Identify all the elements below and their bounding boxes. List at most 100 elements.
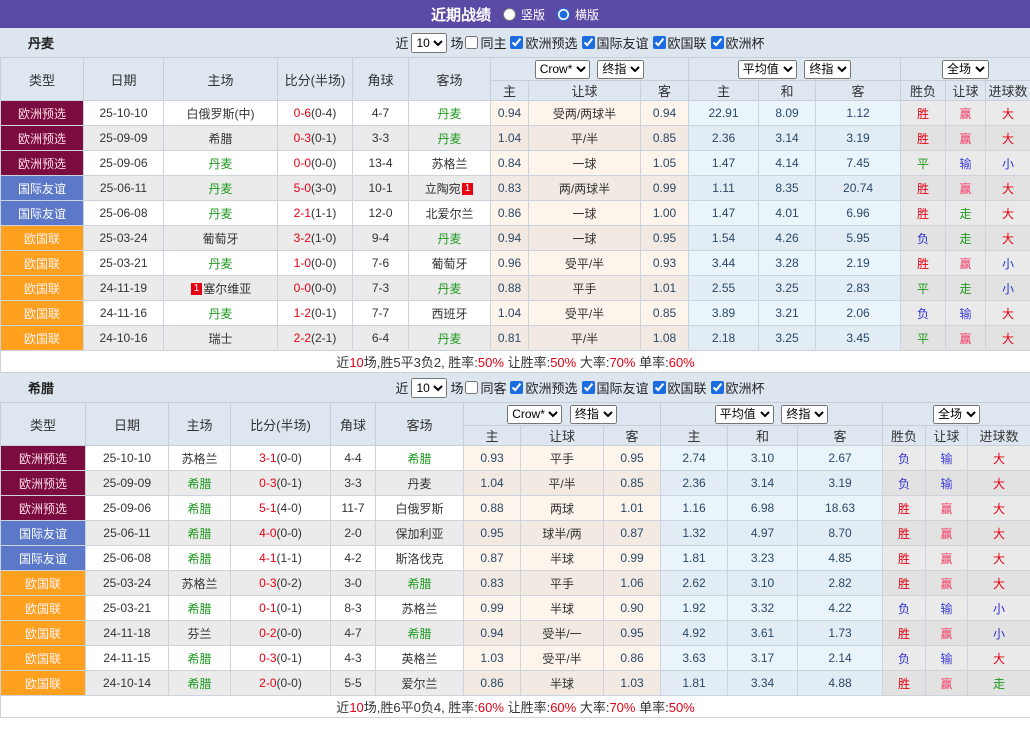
- away-odds: 0.95: [639, 225, 690, 251]
- home-team: 丹麦: [163, 250, 278, 276]
- competition-filter[interactable]: 国际友谊: [580, 33, 649, 52]
- away-odds: 1.01: [602, 495, 662, 521]
- avg-home-odds: 2.18: [688, 325, 760, 351]
- avg-away-odds: 3.19: [815, 125, 902, 151]
- away-team: 丹麦: [408, 225, 491, 251]
- outcome-result: 胜: [900, 100, 947, 126]
- handicap-result: 输: [945, 150, 987, 176]
- away-odds: 1.03: [602, 670, 662, 696]
- home-team: 1 塞尔维亚: [163, 275, 278, 301]
- home-team: 苏格兰: [168, 570, 231, 596]
- outcome-result: 负: [882, 645, 927, 671]
- competition-type-badge: 国际友谊: [0, 200, 84, 226]
- average-select[interactable]: 平均值: [737, 59, 797, 79]
- odds-stage-select-1[interactable]: 终指: [569, 404, 617, 424]
- match-row: 欧洲预选 25-09-06 丹麦 0-0(0-0) 13-4 苏格兰 0.84 一球 1.05 1…: [0, 150, 1030, 176]
- same-venue-toggle[interactable]: 同客: [463, 378, 506, 397]
- away-odds: 1.08: [639, 325, 690, 351]
- away-team: 苏格兰: [408, 150, 491, 176]
- goals-result: 大: [967, 495, 1030, 521]
- avg-away-odds: 2.67: [797, 445, 884, 471]
- match-row: 欧国联 24-11-19 1 塞尔维亚 0-0(0-0) 7-3 丹麦 0.88 平手 1.01 2…: [0, 275, 1030, 301]
- competition-type-badge: 欧国联: [0, 300, 84, 326]
- average-select[interactable]: 平均值: [714, 404, 774, 424]
- away-team: 英格兰: [375, 645, 464, 671]
- competition-type-badge: 国际友谊: [0, 545, 86, 571]
- away-team: 爱尔兰: [375, 670, 464, 696]
- avg-draw-odds: 8.09: [758, 100, 817, 126]
- avg-away-odds: 4.88: [797, 670, 884, 696]
- competition-checkbox[interactable]: [652, 36, 666, 49]
- same-venue-checkbox[interactable]: [465, 381, 479, 394]
- goals-result: 大: [985, 100, 1030, 126]
- avg-away-odds: 2.19: [815, 250, 902, 276]
- fulltime-group: 全场: [882, 402, 1030, 426]
- bookmaker-select[interactable]: Crow*: [534, 59, 590, 79]
- home-odds: 1.04: [490, 125, 529, 151]
- summary-part: 50%: [668, 700, 695, 715]
- competition-checkbox[interactable]: [581, 381, 595, 394]
- competition-checkbox[interactable]: [581, 36, 595, 49]
- home-team: 希腊: [168, 645, 231, 671]
- avg-away-odds: 4.85: [797, 545, 884, 571]
- outcome-result: 胜: [882, 545, 927, 571]
- sub-col-outcome: 胜负: [900, 80, 947, 101]
- avg-away-odds: 1.73: [797, 620, 884, 646]
- competition-filter[interactable]: 欧洲杯: [709, 33, 765, 52]
- home-team: 希腊: [168, 595, 231, 621]
- bookmaker-select[interactable]: Crow*: [507, 404, 563, 424]
- handicap-line: 一球: [528, 150, 641, 176]
- match-rows: 欧洲预选 25-10-10 苏格兰 3-1(0-0) 4-4 希腊 0.93 平手 0.95 2.…: [0, 445, 1030, 696]
- competition-filter[interactable]: 国际友谊: [580, 378, 649, 397]
- handicap-result: 输: [925, 445, 969, 471]
- competition-filter[interactable]: 欧洲预选: [508, 378, 578, 397]
- goals-result: 小: [985, 275, 1030, 301]
- match-row: 欧国联 25-03-24 葡萄牙 3-2(1-0) 9-4 丹麦 0.94 一球 0.95 1.5…: [0, 225, 1030, 251]
- competition-checkbox[interactable]: [510, 381, 524, 394]
- fulltime-select[interactable]: 全场: [942, 59, 990, 79]
- home-team: 希腊: [168, 470, 231, 496]
- competition-type-badge: 欧国联: [0, 325, 84, 351]
- odds-stage-select-2[interactable]: 终指: [781, 404, 829, 424]
- summary-part: 近: [336, 700, 350, 715]
- recent-count-select[interactable]: 10: [411, 32, 448, 53]
- competition-checkbox[interactable]: [710, 36, 724, 49]
- handicap-result: 输: [945, 300, 987, 326]
- competition-filter[interactable]: 欧国联: [651, 378, 707, 397]
- fulltime-select[interactable]: 全场: [933, 404, 981, 424]
- away-team: 丹麦: [408, 325, 491, 351]
- vertical-layout-radio[interactable]: [502, 7, 516, 21]
- corner-count: 5-5: [330, 670, 376, 696]
- same-venue-checkbox[interactable]: [465, 36, 479, 49]
- match-date: 25-09-09: [83, 125, 164, 151]
- col-type: 类型: [0, 402, 86, 446]
- goals-result: 小: [985, 250, 1030, 276]
- games-label: 场: [450, 381, 464, 396]
- avg-home-odds: 1.54: [688, 225, 760, 251]
- competition-filter[interactable]: 欧洲杯: [709, 378, 765, 397]
- odds-stage-select-1[interactable]: 终指: [597, 59, 645, 79]
- avg-draw-odds: 3.14: [758, 125, 817, 151]
- layout-option-horizontal[interactable]: 横版: [555, 6, 599, 23]
- goals-result: 大: [985, 175, 1030, 201]
- competition-checkbox[interactable]: [710, 381, 724, 394]
- competition-filter[interactable]: 欧洲预选: [508, 33, 578, 52]
- competition-filter[interactable]: 欧国联: [651, 33, 707, 52]
- summary-part: 单率:: [635, 700, 669, 715]
- recent-count-select[interactable]: 10: [411, 377, 448, 398]
- match-row: 国际友谊 25-06-11 丹麦 5-0(3-0) 10-1 立陶宛 1 0.83 两/两球半 0…: [0, 175, 1030, 201]
- home-team: 芬兰: [168, 620, 231, 646]
- same-venue-toggle[interactable]: 同主: [463, 33, 506, 52]
- avg-home-odds: 3.89: [688, 300, 760, 326]
- average-group: 平均值 终指: [660, 402, 884, 426]
- horizontal-layout-radio[interactable]: [557, 7, 570, 21]
- horizontal-layout-label: 横版: [575, 7, 600, 22]
- goals-result: 大: [967, 645, 1030, 671]
- odds-stage-select-2[interactable]: 终指: [804, 59, 852, 79]
- layout-option-vertical[interactable]: 竖版: [501, 6, 545, 23]
- competition-checkbox[interactable]: [652, 381, 666, 394]
- match-rows: 欧洲预选 25-10-10 白俄罗斯(中) 0-6(0-4) 4-7 丹麦 0.94 受两/两…: [0, 100, 1030, 351]
- goals-result: 小: [967, 620, 1030, 646]
- competition-type-badge: 欧国联: [0, 670, 86, 696]
- competition-checkbox[interactable]: [510, 36, 524, 49]
